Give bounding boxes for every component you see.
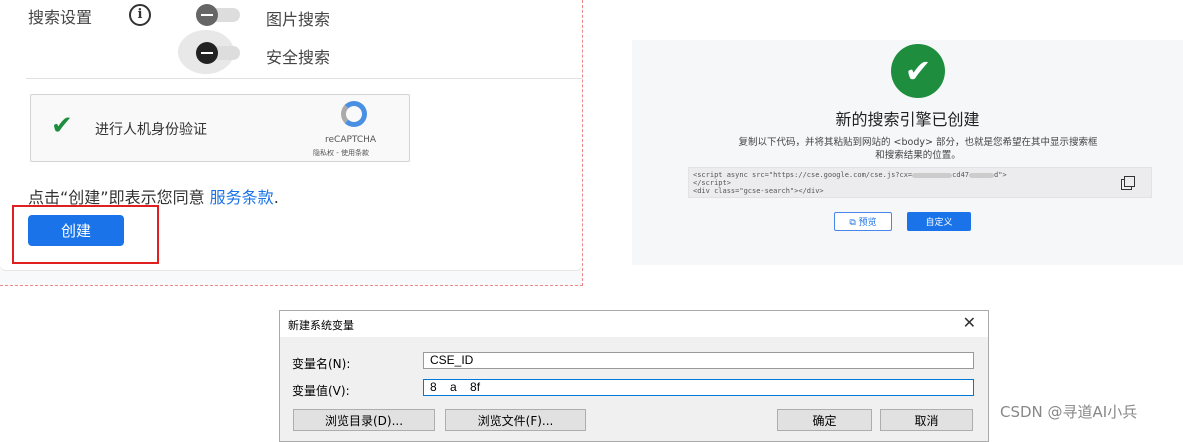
success-description: 复制以下代码，并将其粘贴到网站的 <body> 部分，也就是您希望在其中显示搜索… bbox=[632, 136, 1183, 162]
value-label: 变量值(V): bbox=[292, 384, 350, 398]
recaptcha-widget[interactable]: ✔ 进行人机身份验证 reCAPTCHA 隐私权 - 使用条款 bbox=[30, 94, 410, 162]
settings-card: 搜索设置 i 图片搜索 安全搜索 ✔ 进行人机身份验证 reCAPTCHA 隐私… bbox=[0, 0, 582, 271]
code-line-1c: d"> bbox=[994, 171, 1007, 179]
search-settings-panel: 搜索设置 i 图片搜索 安全搜索 ✔ 进行人机身份验证 reCAPTCHA 隐私… bbox=[0, 0, 583, 286]
terms-link[interactable]: 服务条款 bbox=[210, 188, 274, 207]
engine-created-panel: ✔ 新的搜索引擎已创建 复制以下代码，并将其粘贴到网站的 <body> 部分，也… bbox=[632, 40, 1183, 265]
safe-search-toggle[interactable] bbox=[196, 42, 240, 64]
terms-end: . bbox=[273, 188, 279, 207]
browse-file-button[interactable]: 浏览文件(F)... bbox=[445, 409, 586, 431]
preview-button[interactable]: ⧉ 预览 bbox=[834, 212, 892, 231]
recaptcha-links[interactable]: 隐私权 - 使用条款 bbox=[313, 148, 369, 158]
code-line-1b: cd47 bbox=[952, 171, 970, 179]
customize-button[interactable]: 自定义 bbox=[907, 212, 971, 231]
variable-name-input[interactable]: CSE_ID bbox=[423, 352, 974, 369]
close-icon[interactable]: ✕ bbox=[963, 313, 976, 332]
new-system-variable-dialog: 新建系统变量 ✕ 变量名(N): CSE_ID 变量值(V): 8 a 8f 浏… bbox=[279, 310, 989, 442]
info-icon[interactable]: i bbox=[129, 4, 151, 26]
safe-search-label: 安全搜索 bbox=[266, 48, 331, 67]
image-search-label: 图片搜索 bbox=[266, 10, 331, 29]
browse-directory-button[interactable]: 浏览目录(D)... bbox=[293, 409, 435, 431]
variable-value-input[interactable]: 8 a 8f bbox=[423, 379, 974, 396]
name-label: 变量名(N): bbox=[292, 357, 351, 371]
success-check-icon: ✔ bbox=[891, 44, 945, 98]
desc-line-1: 复制以下代码，并将其粘贴到网站的 <body> 部分，也就是您希望在其中显示搜索… bbox=[738, 137, 1098, 148]
code-line-1a: <script async src="https://cse.google.co… bbox=[693, 171, 913, 179]
check-icon: ✔ bbox=[51, 111, 73, 141]
captcha-label: 进行人机身份验证 bbox=[95, 122, 207, 138]
recaptcha-logo-icon bbox=[341, 101, 367, 127]
dialog-title: 新建系统变量 bbox=[288, 319, 354, 332]
desc-line-2: 和搜索结果的位置。 bbox=[875, 150, 961, 161]
code-line-3: <div class="gcse-search"></div> bbox=[693, 187, 824, 195]
external-link-icon: ⧉ bbox=[849, 218, 859, 228]
create-button[interactable]: 创建 bbox=[28, 215, 124, 246]
dialog-titlebar: 新建系统变量 ✕ bbox=[280, 311, 988, 337]
ok-button[interactable]: 确定 bbox=[777, 409, 872, 431]
copy-icon[interactable] bbox=[1124, 176, 1135, 187]
code-line-2: </script> bbox=[693, 179, 731, 187]
divider bbox=[26, 78, 582, 79]
cancel-button[interactable]: 取消 bbox=[880, 409, 973, 431]
recaptcha-brand: reCAPTCHA bbox=[325, 135, 377, 145]
preview-label: 预览 bbox=[858, 218, 877, 228]
image-search-toggle[interactable] bbox=[196, 4, 240, 26]
success-title: 新的搜索引擎已创建 bbox=[835, 110, 980, 129]
watermark: CSDN @寻道AI小兵 bbox=[1000, 403, 1138, 421]
code-snippet[interactable]: <script async src="https://cse.google.co… bbox=[688, 167, 1152, 198]
settings-title: 搜索设置 bbox=[28, 8, 93, 27]
